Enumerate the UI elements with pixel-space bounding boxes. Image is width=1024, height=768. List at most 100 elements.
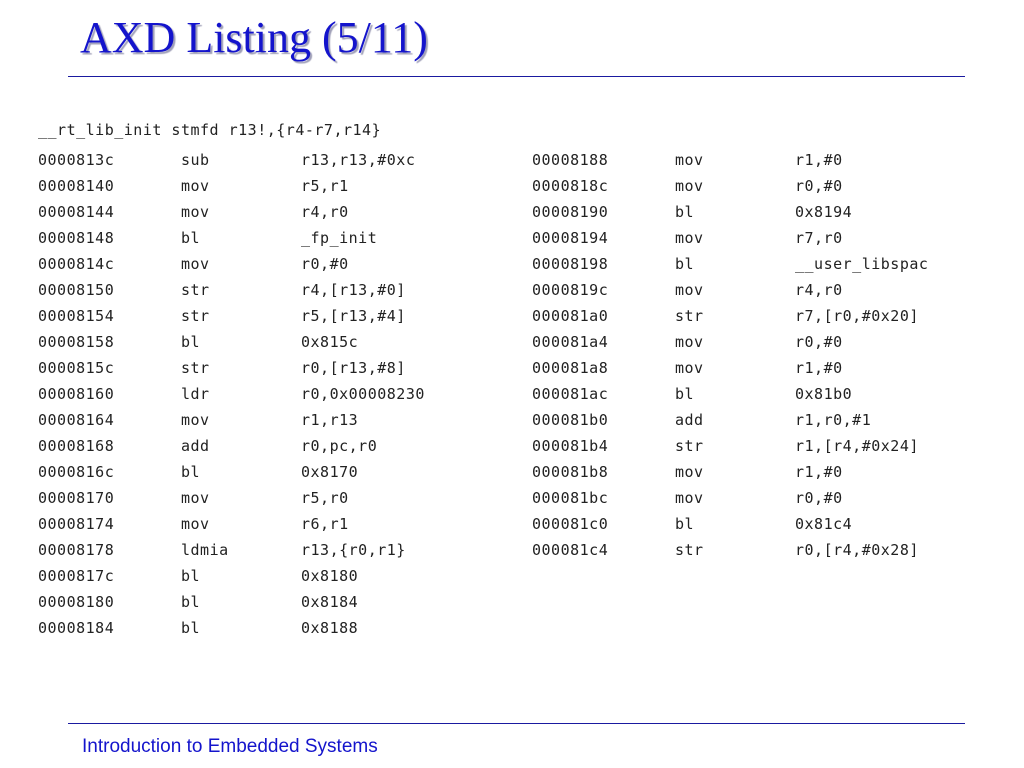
operands: r1,[r4,#0x24] [795, 437, 919, 455]
opcode: bl [675, 515, 695, 533]
opcode: bl [675, 255, 695, 273]
operands: r4,r0 [795, 281, 843, 299]
address: 00008148 [38, 229, 115, 247]
opcode: mov [181, 255, 210, 273]
opcode: mov [675, 177, 704, 195]
address: 00008170 [38, 489, 115, 507]
operands: 0x8180 [301, 567, 359, 585]
operands: _fp_init [301, 229, 378, 247]
operands: 0x8170 [301, 463, 359, 481]
address: 00008154 [38, 307, 115, 325]
operands: r7,[r0,#0x20] [795, 307, 919, 325]
opcode: mov [675, 489, 704, 507]
address: 000081c0 [532, 515, 609, 533]
address: 00008188 [532, 151, 609, 169]
address: 00008198 [532, 255, 609, 273]
address: 00008178 [38, 541, 115, 559]
address: 0000819c [532, 281, 609, 299]
address: 0000818c [532, 177, 609, 195]
opcode: str [675, 437, 704, 455]
opcode: sub [181, 151, 210, 169]
opcode: mov [181, 515, 210, 533]
listing-header: __rt_lib_init stmfd r13!,{r4-r7,r14} [38, 121, 382, 139]
title-divider [68, 76, 965, 77]
address: 00008150 [38, 281, 115, 299]
opcode: bl [181, 463, 201, 481]
opcode: mov [675, 229, 704, 247]
slide-title: AXD Listing (5/11) [80, 13, 428, 62]
opcode: bl [181, 593, 201, 611]
operands: r0,pc,r0 [301, 437, 378, 455]
footer-text: Introduction to Embedded Systems [82, 736, 378, 757]
address: 0000814c [38, 255, 115, 273]
address: 00008160 [38, 385, 115, 403]
opcode: mov [675, 151, 704, 169]
address: 00008174 [38, 515, 115, 533]
address: 00008184 [38, 619, 115, 637]
address: 00008164 [38, 411, 115, 429]
address: 0000817c [38, 567, 115, 585]
opcode: mov [181, 489, 210, 507]
opcode: mov [675, 281, 704, 299]
opcode: ldmia [181, 541, 229, 559]
address: 000081bc [532, 489, 609, 507]
operands: r4,r0 [301, 203, 349, 221]
opcode: mov [675, 333, 704, 351]
opcode: bl [675, 203, 695, 221]
opcode: mov [181, 203, 210, 221]
opcode: bl [181, 619, 201, 637]
opcode: mov [675, 359, 704, 377]
operands: r1,#0 [795, 463, 843, 481]
operands: r1,#0 [795, 359, 843, 377]
operands: 0x8188 [301, 619, 359, 637]
opcode: str [181, 281, 210, 299]
operands: r5,r0 [301, 489, 349, 507]
address: 00008140 [38, 177, 115, 195]
operands: r0,#0 [795, 177, 843, 195]
operands: 0x81c4 [795, 515, 853, 533]
address: 000081b8 [532, 463, 609, 481]
address: 000081c4 [532, 541, 609, 559]
address: 000081b0 [532, 411, 609, 429]
address: 000081b4 [532, 437, 609, 455]
operands: r7,r0 [795, 229, 843, 247]
address: 00008158 [38, 333, 115, 351]
operands: 0x815c [301, 333, 359, 351]
address: 000081a8 [532, 359, 609, 377]
operands: r0,#0 [301, 255, 349, 273]
footer-divider [68, 723, 965, 724]
address: 0000813c [38, 151, 115, 169]
operands: r0,0x00008230 [301, 385, 425, 403]
address: 00008194 [532, 229, 609, 247]
address: 00008168 [38, 437, 115, 455]
opcode: str [675, 541, 704, 559]
address: 00008144 [38, 203, 115, 221]
operands: r0,[r4,#0x28] [795, 541, 919, 559]
operands: r1,r0,#1 [795, 411, 872, 429]
opcode: str [675, 307, 704, 325]
operands: 0x8184 [301, 593, 359, 611]
operands: r1,#0 [795, 151, 843, 169]
address: 0000815c [38, 359, 115, 377]
opcode: mov [675, 463, 704, 481]
operands: 0x81b0 [795, 385, 853, 403]
opcode: bl [181, 229, 201, 247]
address: 000081a4 [532, 333, 609, 351]
opcode: ldr [181, 385, 210, 403]
operands: __user_libspac [795, 255, 929, 273]
operands: r4,[r13,#0] [301, 281, 406, 299]
address: 0000816c [38, 463, 115, 481]
operands: r0,#0 [795, 489, 843, 507]
opcode: add [181, 437, 210, 455]
address: 00008190 [532, 203, 609, 221]
operands: r5,r1 [301, 177, 349, 195]
operands: r13,{r0,r1} [301, 541, 406, 559]
opcode: bl [181, 567, 201, 585]
operands: r1,r13 [301, 411, 359, 429]
operands: r6,r1 [301, 515, 349, 533]
address: 000081ac [532, 385, 609, 403]
address: 00008180 [38, 593, 115, 611]
operands: 0x8194 [795, 203, 853, 221]
opcode: mov [181, 177, 210, 195]
operands: r13,r13,#0xc [301, 151, 416, 169]
